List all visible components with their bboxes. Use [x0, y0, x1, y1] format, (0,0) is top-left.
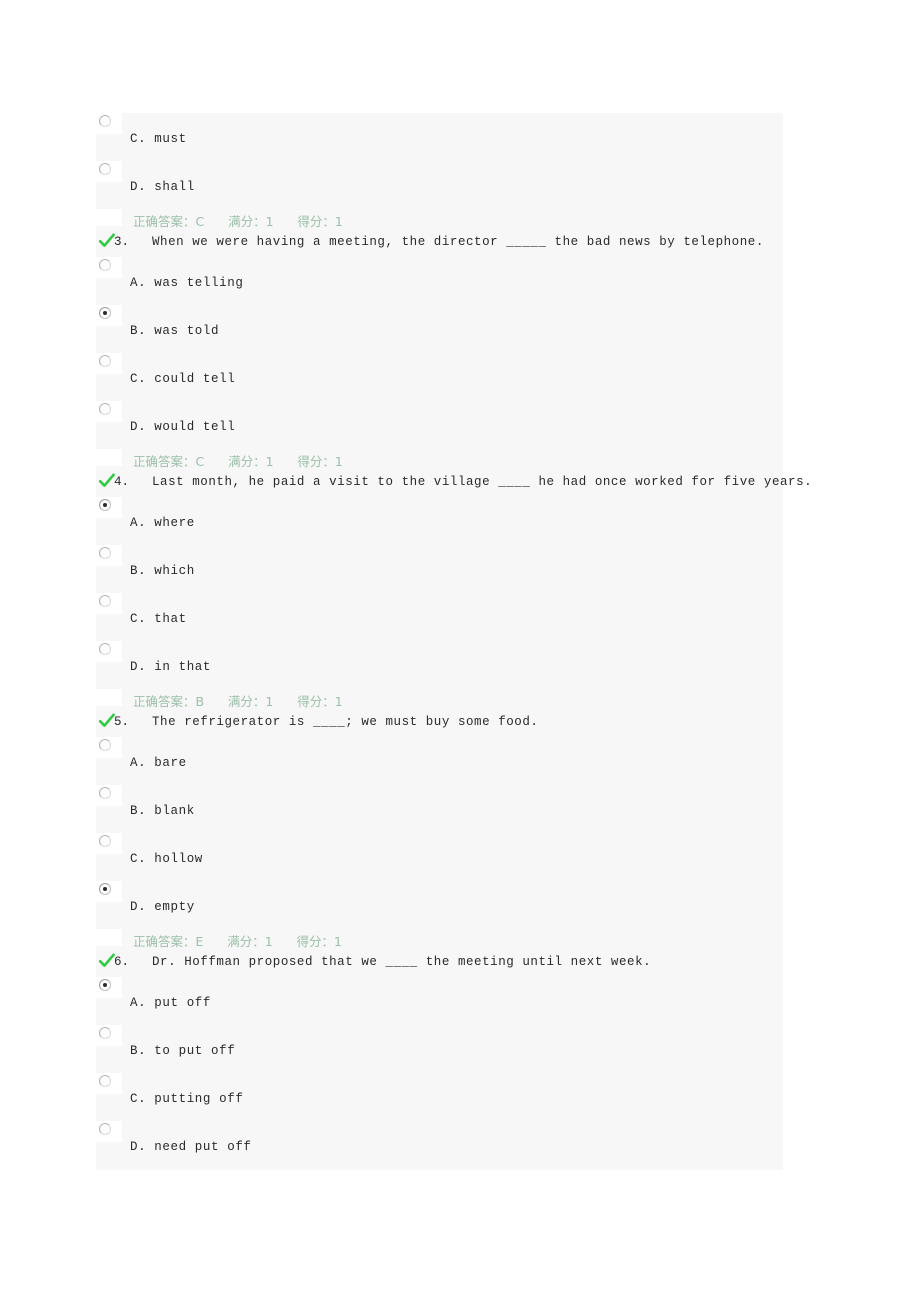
answer-summary-q3: 正确答案：C 满分：1 得分：1 [96, 449, 783, 472]
radio-backdrop [96, 1073, 122, 1094]
answer-summary-q4: 正确答案：B 满分：1 得分：1 [96, 689, 783, 712]
option-label: B. blank [130, 804, 195, 818]
radio-button[interactable] [99, 115, 111, 127]
option-label: C. must [130, 132, 187, 146]
question-text: Dr. Hoffman proposed that we ____ the me… [152, 955, 652, 969]
radio-button[interactable] [99, 1075, 111, 1087]
radio-button-selected[interactable] [99, 883, 111, 895]
radio-button[interactable] [99, 355, 111, 367]
question-number: 6. [114, 955, 130, 969]
option-label: C. putting off [130, 1092, 244, 1106]
radio-backdrop [96, 833, 122, 854]
option-q3-c[interactable]: C. could tell [96, 353, 783, 401]
radio-backdrop [96, 881, 122, 902]
option-q6-d[interactable]: D. need put off [96, 1121, 783, 1169]
option-label: D. shall [130, 180, 195, 194]
option-label: C. that [130, 612, 187, 626]
radio-backdrop [96, 593, 122, 614]
question-3: 3. When we were having a meeting, the dir… [96, 232, 783, 257]
radio-backdrop [96, 545, 122, 566]
option-q5-d[interactable]: D. empty [96, 881, 783, 929]
option-q2-c[interactable]: C. must [96, 113, 783, 161]
question-text: The refrigerator is ____; we must buy so… [152, 715, 539, 729]
option-label: A. where [130, 516, 195, 530]
option-q4-a[interactable]: A. where [96, 497, 783, 545]
radio-backdrop [96, 737, 122, 758]
option-q5-a[interactable]: A. bare [96, 737, 783, 785]
answer-summary-text: 正确答案：E 满分：1 得分：1 [133, 934, 342, 949]
option-q4-d[interactable]: D. in that [96, 641, 783, 689]
answer-backdrop [96, 929, 122, 946]
radio-backdrop [96, 1121, 122, 1142]
radio-button-selected[interactable] [99, 979, 111, 991]
option-q6-b[interactable]: B. to put off [96, 1025, 783, 1073]
radio-button[interactable] [99, 403, 111, 415]
answer-summary-text: 正确答案：C 满分：1 得分：1 [133, 214, 343, 229]
question-text: Last month, he paid a visit to the villa… [152, 475, 813, 489]
radio-backdrop [96, 497, 122, 518]
option-label: B. was told [130, 324, 220, 338]
radio-button[interactable] [99, 163, 111, 175]
question-number: 4. [114, 475, 130, 489]
answer-backdrop [96, 449, 122, 466]
radio-button[interactable] [99, 739, 111, 751]
answer-summary-q2: 正确答案：C 满分：1 得分：1 [96, 209, 783, 232]
option-q4-c[interactable]: C. that [96, 593, 783, 641]
option-q3-d[interactable]: D. would tell [96, 401, 783, 449]
option-q2-d[interactable]: D. shall [96, 161, 783, 209]
radio-button[interactable] [99, 1123, 111, 1135]
radio-button[interactable] [99, 835, 111, 847]
radio-backdrop [96, 257, 122, 278]
option-label: D. need put off [130, 1140, 252, 1154]
radio-button[interactable] [99, 643, 111, 655]
option-label: C. hollow [130, 852, 203, 866]
question-5: 5. The refrigerator is ____; we must buy … [96, 712, 783, 737]
option-label: D. in that [130, 660, 212, 674]
question-number: 3. [114, 235, 130, 249]
answer-backdrop [96, 209, 122, 226]
question-6: 6. Dr. Hoffman proposed that we ____ the … [96, 952, 783, 977]
option-q3-a[interactable]: A. was telling [96, 257, 783, 305]
radio-backdrop [96, 401, 122, 422]
radio-button[interactable] [99, 259, 111, 271]
option-label: B. to put off [130, 1044, 236, 1058]
option-label: C. could tell [130, 372, 236, 386]
radio-backdrop [96, 113, 122, 134]
radio-button[interactable] [99, 547, 111, 559]
option-q5-b[interactable]: B. blank [96, 785, 783, 833]
radio-backdrop [96, 1025, 122, 1046]
question-number: 5. [114, 715, 130, 729]
radio-backdrop [96, 641, 122, 662]
option-q4-b[interactable]: B. which [96, 545, 783, 593]
question-4: 4. Last month, he paid a visit to the vil… [96, 472, 812, 497]
option-label: D. would tell [130, 420, 236, 434]
radio-button[interactable] [99, 595, 111, 607]
radio-button-selected[interactable] [99, 307, 111, 319]
option-label: D. empty [130, 900, 195, 914]
answer-backdrop [96, 689, 122, 706]
answer-summary-text: 正确答案：B 满分：1 得分：1 [133, 694, 343, 709]
option-label: A. bare [130, 756, 187, 770]
radio-backdrop [96, 353, 122, 374]
option-label: A. was telling [130, 276, 244, 290]
quiz-results-panel: C. must D. shall 正确答案：C 满分：1 得分：1 3. When we… [96, 113, 812, 1170]
option-label: B. which [130, 564, 195, 578]
radio-backdrop [96, 305, 122, 326]
radio-backdrop [96, 977, 122, 998]
radio-button-selected[interactable] [99, 499, 111, 511]
radio-backdrop [96, 161, 122, 182]
option-label: A. put off [130, 996, 212, 1010]
option-q6-a[interactable]: A. put off [96, 977, 783, 1025]
answer-summary-q5: 正确答案：E 满分：1 得分：1 [96, 929, 783, 952]
option-q6-c[interactable]: C. putting off [96, 1073, 783, 1121]
radio-backdrop [96, 785, 122, 806]
radio-button[interactable] [99, 1027, 111, 1039]
answer-summary-text: 正确答案：C 满分：1 得分：1 [133, 454, 343, 469]
option-q3-b[interactable]: B. was told [96, 305, 783, 353]
radio-button[interactable] [99, 787, 111, 799]
question-text: When we were having a meeting, the direc… [152, 235, 764, 249]
option-q5-c[interactable]: C. hollow [96, 833, 783, 881]
